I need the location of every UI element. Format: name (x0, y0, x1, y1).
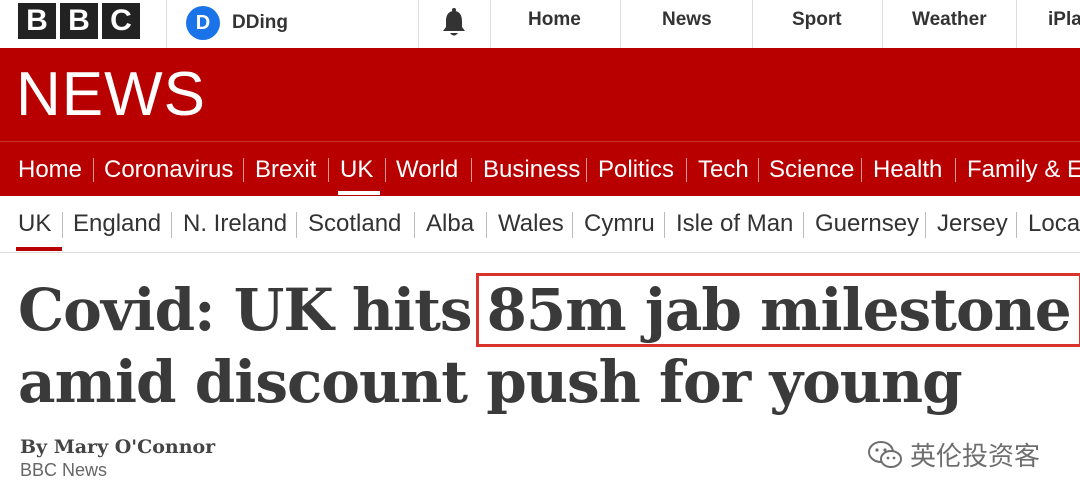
section-item-tech[interactable]: Tech (698, 142, 749, 197)
topnav-home[interactable]: Home (528, 0, 581, 48)
divider (296, 212, 297, 238)
subnav-item-cymru[interactable]: Cymru (584, 196, 655, 252)
subnav-item-guernsey[interactable]: Guernsey (815, 196, 919, 252)
top-bar: B B C D DDing Home News Sport Weather iP… (0, 0, 1080, 49)
divider (686, 158, 687, 182)
divider (620, 0, 621, 48)
divider (955, 158, 956, 182)
divider (243, 158, 244, 182)
subnav-item-scotland[interactable]: Scotland (308, 196, 401, 252)
divider (418, 0, 419, 48)
divider (803, 212, 804, 238)
bbc-logo-block: B (18, 3, 56, 39)
byline-author: By Mary O'Connor (20, 436, 216, 458)
divider (171, 212, 172, 238)
subnav-item-alba[interactable]: Alba (426, 196, 474, 252)
bbc-logo-block: B (60, 3, 98, 39)
wechat-icon (868, 440, 902, 468)
divider (882, 0, 883, 48)
active-indicator (16, 247, 62, 251)
account-name: DDing (232, 12, 288, 33)
divider (486, 212, 487, 238)
divider (664, 212, 665, 238)
section-item-politics[interactable]: Politics (598, 142, 674, 197)
sub-nav: UK England N. Ireland Scotland Alba Wale… (0, 196, 1080, 253)
divider (414, 212, 415, 238)
divider (62, 212, 63, 238)
bell-icon[interactable] (440, 8, 468, 38)
watermark: 英伦投资客 (868, 436, 1040, 473)
divider (925, 212, 926, 238)
bbc-logo[interactable]: B B C (18, 3, 140, 39)
news-banner: NEWS (0, 48, 1080, 141)
headline-highlight: 85m jab milestone (475, 273, 1080, 347)
divider (861, 158, 862, 182)
divider (586, 158, 587, 182)
avatar: D (186, 6, 220, 40)
news-logo[interactable]: NEWS (16, 64, 206, 126)
divider (471, 158, 472, 182)
divider (1016, 0, 1017, 48)
byline-org: BBC News (20, 460, 108, 480)
subnav-item-isle-of-man[interactable]: Isle of Man (676, 196, 793, 252)
section-nav: Home Coronavirus Brexit UK World Busines… (0, 141, 1080, 197)
divider (1016, 212, 1017, 238)
watermark-text: 英伦投资客 (910, 442, 1041, 472)
divider (385, 158, 386, 182)
subnav-item-england[interactable]: England (73, 196, 161, 252)
divider (572, 212, 573, 238)
subnav-item-n-ireland[interactable]: N. Ireland (183, 196, 287, 252)
divider (93, 158, 94, 182)
divider (490, 0, 491, 48)
subnav-item-uk[interactable]: UK (18, 196, 51, 252)
subnav-item-wales[interactable]: Wales (498, 196, 564, 252)
headline-text-line2: amid discount push for young (18, 348, 963, 416)
section-item-uk[interactable]: UK (340, 142, 373, 197)
divider (166, 0, 167, 48)
account-link[interactable]: D DDing (186, 6, 288, 40)
divider (758, 158, 759, 182)
active-indicator (338, 191, 380, 195)
topnav-iplayer[interactable]: iPla (1048, 0, 1080, 48)
section-item-health[interactable]: Health (873, 142, 942, 197)
topnav-sport[interactable]: Sport (792, 0, 842, 48)
headline-text: Covid: UK hits (18, 276, 473, 344)
subnav-item-jersey[interactable]: Jersey (937, 196, 1008, 252)
topnav-weather[interactable]: Weather (912, 0, 987, 48)
section-item-family-education[interactable]: Family & E (967, 142, 1080, 197)
bbc-logo-block: C (102, 3, 140, 39)
article-headline: Covid: UK hits 85m jab milestone amid dis… (18, 273, 1080, 418)
section-item-brexit[interactable]: Brexit (255, 142, 316, 197)
section-item-science[interactable]: Science (769, 142, 854, 197)
section-item-coronavirus[interactable]: Coronavirus (104, 142, 233, 197)
section-item-home[interactable]: Home (18, 142, 82, 197)
subnav-item-local-news[interactable]: Loca (1028, 196, 1080, 252)
section-item-world[interactable]: World (396, 142, 458, 197)
section-item-business[interactable]: Business (483, 142, 580, 197)
divider (752, 0, 753, 48)
topnav-news[interactable]: News (662, 0, 712, 48)
divider (328, 158, 329, 182)
